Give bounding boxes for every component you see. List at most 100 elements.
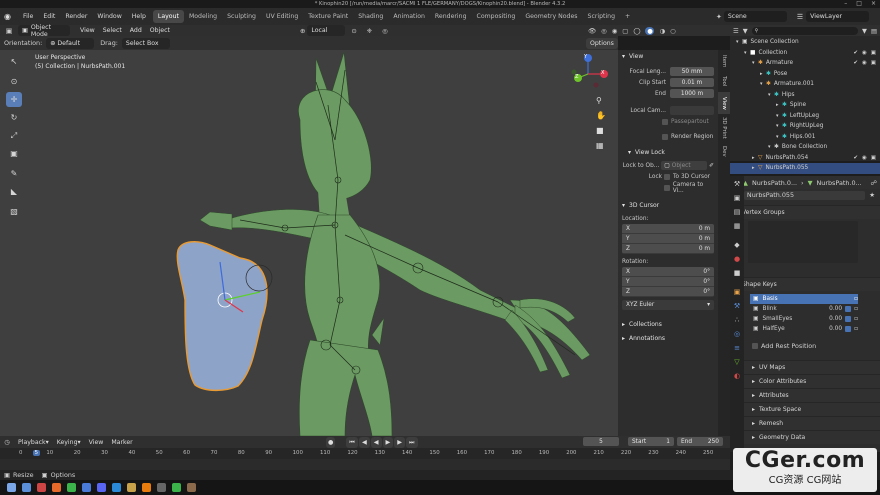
particles-tab-icon[interactable]: ∴ [730,316,744,329]
sidebar-tab-item[interactable]: Item [718,52,730,70]
modifier-tab-icon[interactable]: ⚒ [730,302,744,315]
fake-user-icon[interactable]: ★ [869,191,875,199]
outliner-row[interactable]: ▸ ✱ Pose [730,69,880,80]
music-icon[interactable] [172,483,181,492]
tab-animation[interactable]: Animation [388,10,430,23]
photos-icon[interactable] [127,483,136,492]
camera-icon[interactable]: ▣ [871,155,876,161]
jump-next-keyframe-icon[interactable]: ▶ [394,437,406,448]
camera-icon[interactable]: ▣ [871,60,876,66]
attributes-panel-header[interactable]: ▸ Attributes [730,388,880,402]
viewport-menu-select[interactable]: Select [99,25,126,36]
outliner-row[interactable]: ▸ ▽ NurbsPath.055 [730,163,880,174]
vertex-groups-header[interactable]: ▾Vertex Groups [730,205,880,219]
to-3d-cursor-checkbox[interactable] [664,173,670,180]
check-icon[interactable]: ✔ [853,50,858,56]
terminal-icon[interactable] [37,483,46,492]
3d-cursor-header[interactable]: ▾ 3D Cursor [622,199,714,211]
current-frame-field[interactable]: 5 [583,437,619,446]
viewport-menu-view[interactable]: View [76,25,99,36]
eyedropper-icon[interactable]: ✐ [709,163,714,169]
tab-sculpting[interactable]: Sculpting [222,10,261,23]
shape-key-lock-icon[interactable]: ▫ [854,296,858,302]
shape-key-mute-checkbox[interactable] [845,296,852,302]
remesh-panel-header[interactable]: ▸ Remesh [730,416,880,430]
blender-logo-icon[interactable]: ◉ [4,12,18,21]
timeline-menu-keying[interactable]: Keying ▾ [53,437,85,448]
scene-tab-icon[interactable]: ◆ [730,241,744,254]
output-tab-icon[interactable]: ▤ [730,208,744,221]
world-tab-icon[interactable]: ● [730,255,744,268]
shape-key-lock-icon[interactable]: ▫ [854,306,858,312]
outliner-row[interactable]: ▾ ✱ RightUpLeg [730,121,880,132]
tab-texture-paint[interactable]: Texture Paint [303,10,353,23]
character-model[interactable] [199,51,591,436]
tab-geometry-nodes[interactable]: Geometry Nodes [520,10,582,23]
outliner-row[interactable]: ▾ ✱ Hips [730,90,880,101]
shape-key-lock-icon[interactable]: ▫ [854,316,858,322]
tab-modeling[interactable]: Modeling [184,10,222,23]
transform-orientation-selector[interactable]: Local [307,25,346,36]
close-button[interactable]: × [871,0,876,7]
outliner-row[interactable]: ▾ ✱ LeftUpLeg [730,111,880,122]
data-name-field[interactable]: NurbsPath.055 [743,190,866,200]
check-icon[interactable]: ✔ [853,60,858,66]
perspective-toggle-icon[interactable]: ▦ [596,141,608,156]
blender-icon[interactable] [142,483,151,492]
camera-to-view-checkbox[interactable] [664,184,670,191]
xray-toggle-icon[interactable]: ▢ [622,27,628,35]
end-frame-field[interactable]: End 250 [677,437,723,446]
annotate-icon[interactable]: ✎ [6,166,22,181]
camera-view-icon[interactable]: ■ [596,126,608,141]
constraints-tab-icon[interactable]: ≡ [730,344,744,357]
chrome-icon[interactable] [67,483,76,492]
mail-icon[interactable] [82,483,91,492]
overlay-toggle-icon[interactable]: ◉ [612,27,618,35]
eye-icon[interactable]: ◉ [862,155,867,161]
outliner-row[interactable]: ▸ ✱ Spine [730,100,880,111]
start-frame-field[interactable]: Start 1 [628,437,674,446]
selected-mesh[interactable] [176,241,273,392]
collection-tab-icon[interactable]: ■ [730,269,744,282]
outliner-row[interactable]: ▾ ✱ Armature.001 [730,79,880,90]
collections-header[interactable]: ▸ Collections [622,318,714,330]
pan-hand-icon[interactable]: ✋ [596,111,608,126]
play-icon[interactable]: ▶ [382,437,394,448]
cursor-3d-icon[interactable]: ⊙ [6,74,22,89]
outliner-row[interactable]: ▾ ✱ Bone Collection [730,142,880,153]
tab-layout[interactable]: Layout [152,10,184,23]
navigation-gizmo[interactable]: Y X Z [570,52,610,92]
view-layer-selector[interactable]: ViewLayer [806,11,870,22]
eye-icon[interactable]: ◉ [862,60,867,66]
outliner-row[interactable]: ▸ ▽ NurbsPath.054 ✔ ◉ ▣ [730,153,880,164]
pivot-icon[interactable]: ⊙ [351,27,356,35]
tab-rendering[interactable]: Rendering [430,10,472,23]
lock-to-object-field[interactable]: ▢ Object [661,161,708,170]
vertex-groups-list[interactable] [748,221,858,263]
obs-icon[interactable] [157,483,166,492]
move-icon[interactable]: ✛ [6,92,22,107]
snap-icon[interactable]: ❈ [367,27,372,35]
gimp-icon[interactable] [187,483,196,492]
clip-end-field[interactable]: 1000 m [670,89,714,98]
tool-tab-icon[interactable]: ⚒ [730,180,744,193]
proportional-edit-icon[interactable]: ◎ [382,27,388,35]
breadcrumb-data[interactable]: NurbsPath.0... [817,179,862,187]
viewport-menu-add[interactable]: Add [126,25,146,36]
jump-start-icon[interactable]: ⏮ [346,437,358,448]
eye-icon[interactable]: ◉ [862,50,867,56]
sidebar-tab-tool[interactable]: Tool [718,72,730,90]
transform-icon[interactable]: ▣ [6,146,22,161]
add-rest-position-checkbox[interactable] [752,343,758,349]
minimize-button[interactable]: – [844,0,847,7]
rendered-shading-icon[interactable]: ○ [670,27,676,35]
vscode-icon[interactable] [112,483,121,492]
shape-key-row[interactable]: ▣ Blink 0.00 ▫ [750,304,858,314]
uv-maps-panel-header[interactable]: ▸ UV Maps [730,360,880,374]
add-workspace-button[interactable]: + [620,10,635,23]
outliner-row[interactable]: ▾ ✱ Hips.001 [730,132,880,143]
scene-selector[interactable]: Scene [723,11,787,22]
outliner-row[interactable]: ▾ ✱ Armature ✔ ◉ ▣ [730,58,880,69]
visibility-icon[interactable]: 👁 [588,27,596,35]
tab-compositing[interactable]: Compositing [472,10,521,23]
